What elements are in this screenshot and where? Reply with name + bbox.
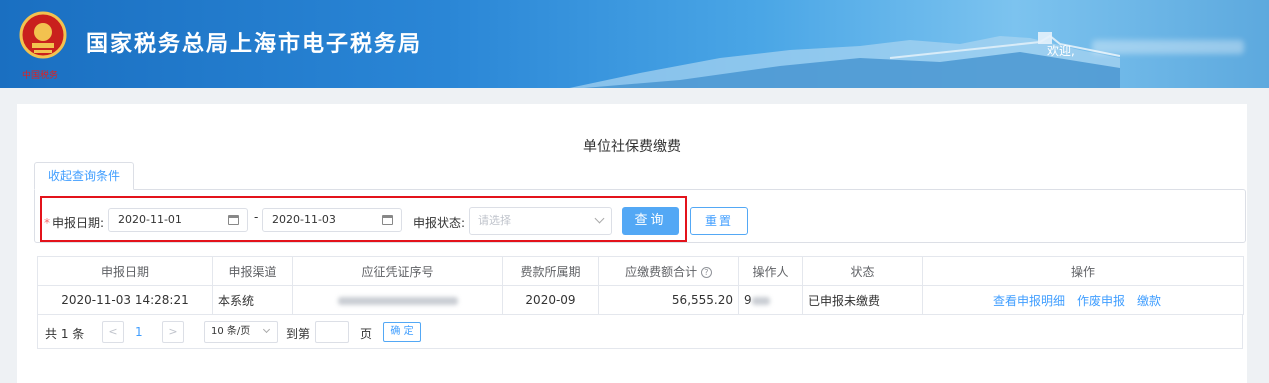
col-operator: 操作人	[738, 256, 803, 286]
svg-text:中国税务: 中国税务	[22, 69, 58, 81]
payment-table: 申报日期 申报渠道 应征凭证序号 费款所属期 应缴费额合计 ? 操作人 状态 操…	[37, 256, 1244, 315]
col-actions: 操作	[922, 256, 1244, 286]
site-header: 中国税务 国家税务总局上海市电子税务局 欢迎,	[0, 0, 1269, 88]
pay-link[interactable]: 缴款	[1137, 294, 1161, 308]
user-name-redacted	[1092, 40, 1244, 54]
chevron-down-icon	[262, 325, 271, 334]
cell-date: 2020-11-03 14:28:21	[37, 285, 213, 315]
operator-redacted	[751, 296, 770, 305]
pagination: 共 1 条 < 1 > 10 条/页 到第 页 确 定	[37, 315, 1243, 349]
tax-emblem-icon: 中国税务	[19, 11, 67, 81]
question-circle-icon[interactable]: ?	[700, 266, 712, 278]
col-declare-date: 申报日期	[37, 256, 213, 286]
col-period: 费款所属期	[502, 256, 599, 286]
void-declaration-link[interactable]: 作废申报	[1077, 294, 1125, 308]
cell-operator: 9	[738, 285, 803, 315]
table-header-row: 申报日期 申报渠道 应征凭证序号 费款所属期 应缴费额合计 ? 操作人 状态 操…	[37, 256, 1244, 286]
site-title: 国家税务总局上海市电子税务局	[86, 32, 423, 57]
highlight-box	[40, 196, 687, 242]
page-size-value: 10 条/页	[211, 326, 251, 337]
goto-page-input[interactable]	[315, 321, 349, 343]
col-channel: 申报渠道	[212, 256, 293, 286]
view-detail-link[interactable]: 查看申报明细	[993, 294, 1065, 308]
col-voucher: 应征凭证序号	[292, 256, 503, 286]
col-amount-label: 应缴费额合计	[625, 264, 698, 279]
great-wall-banner	[569, 32, 1120, 88]
reset-button[interactable]: 重置	[690, 207, 748, 235]
page-unit-label: 页	[360, 327, 373, 341]
voucher-redacted	[337, 296, 458, 305]
total-count: 共 1 条	[45, 327, 85, 341]
current-page[interactable]: 1	[135, 325, 143, 339]
operator-value: 9	[744, 293, 752, 307]
table-row: 2020-11-03 14:28:21 本系统 2020-09 56,555.2…	[37, 285, 1244, 315]
cell-actions: 查看申报明细 作废申报 缴款	[922, 285, 1244, 315]
prev-page-button[interactable]: <	[102, 321, 124, 343]
goto-confirm-button[interactable]: 确 定	[383, 322, 421, 342]
cell-voucher	[292, 285, 503, 315]
cell-status: 已申报未缴费	[802, 285, 923, 315]
page-size-select[interactable]: 10 条/页	[204, 321, 278, 343]
goto-label: 到第	[286, 327, 311, 341]
collapse-filter-tab[interactable]: 收起查询条件	[34, 162, 134, 190]
page-title: 单位社保费缴费	[583, 139, 681, 155]
main-panel: 单位社保费缴费 收起查询条件 * 申报日期: 2020-11-01 - 2020-…	[17, 104, 1247, 383]
cell-channel: 本系统	[212, 285, 293, 315]
next-page-button[interactable]: >	[162, 321, 184, 343]
cell-amount: 56,555.20	[598, 285, 739, 315]
col-status: 状态	[802, 256, 923, 286]
col-amount: 应缴费额合计 ?	[598, 256, 739, 286]
welcome-text: 欢迎,	[1047, 44, 1075, 58]
cell-period: 2020-09	[502, 285, 599, 315]
